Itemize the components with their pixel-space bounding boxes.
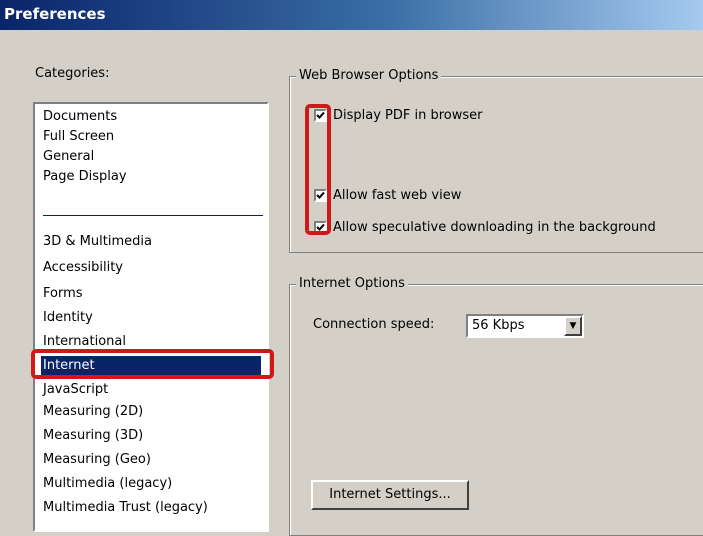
fast-web-view-option[interactable]: Allow fast web view bbox=[314, 186, 461, 204]
internet-settings-button[interactable]: Internet Settings... bbox=[311, 480, 469, 510]
categories-list[interactable]: Documents Full Screen General Page Displ… bbox=[33, 102, 269, 532]
list-divider bbox=[43, 215, 263, 216]
category-accessibility[interactable]: Accessibility bbox=[41, 258, 261, 278]
category-measuring-2d[interactable]: Measuring (2D) bbox=[41, 402, 261, 422]
title-bar: Preferences bbox=[0, 0, 703, 30]
speculative-download-option[interactable]: Allow speculative downloading in the bac… bbox=[314, 218, 656, 236]
dropdown-arrow-icon[interactable]: ▼ bbox=[564, 316, 582, 336]
category-forms[interactable]: Forms bbox=[41, 284, 261, 304]
internet-options-legend: Internet Options bbox=[296, 276, 408, 292]
fast-web-view-label: Allow fast web view bbox=[333, 187, 462, 203]
connection-speed-value: 56 Kbps bbox=[472, 318, 525, 333]
connection-speed-select[interactable]: 56 Kbps ▼ bbox=[466, 314, 584, 338]
display-pdf-label: Display PDF in browser bbox=[333, 107, 483, 123]
categories-label: Categories: bbox=[35, 66, 110, 81]
category-measuring-3d[interactable]: Measuring (3D) bbox=[41, 426, 261, 446]
category-full-screen[interactable]: Full Screen bbox=[41, 127, 261, 147]
category-javascript[interactable]: JavaScript bbox=[41, 380, 261, 400]
internet-highlight-box bbox=[31, 349, 274, 379]
checkbox-highlight-box bbox=[305, 104, 331, 235]
speculative-download-label: Allow speculative downloading in the bac… bbox=[333, 219, 656, 235]
category-measuring-geo[interactable]: Measuring (Geo) bbox=[41, 450, 261, 470]
category-general[interactable]: General bbox=[41, 147, 261, 167]
category-documents[interactable]: Documents bbox=[41, 107, 261, 127]
connection-speed-label: Connection speed: bbox=[313, 317, 435, 332]
category-3d-multimedia[interactable]: 3D & Multimedia bbox=[41, 232, 261, 252]
category-page-display[interactable]: Page Display bbox=[41, 167, 261, 187]
window-title: Preferences bbox=[4, 5, 106, 23]
category-multimedia-trust-legacy[interactable]: Multimedia Trust (legacy) bbox=[41, 498, 261, 518]
display-pdf-option[interactable]: Display PDF in browser bbox=[314, 106, 483, 124]
category-identity[interactable]: Identity bbox=[41, 308, 261, 328]
web-browser-options-legend: Web Browser Options bbox=[296, 68, 442, 84]
category-multimedia-legacy[interactable]: Multimedia (legacy) bbox=[41, 474, 261, 494]
